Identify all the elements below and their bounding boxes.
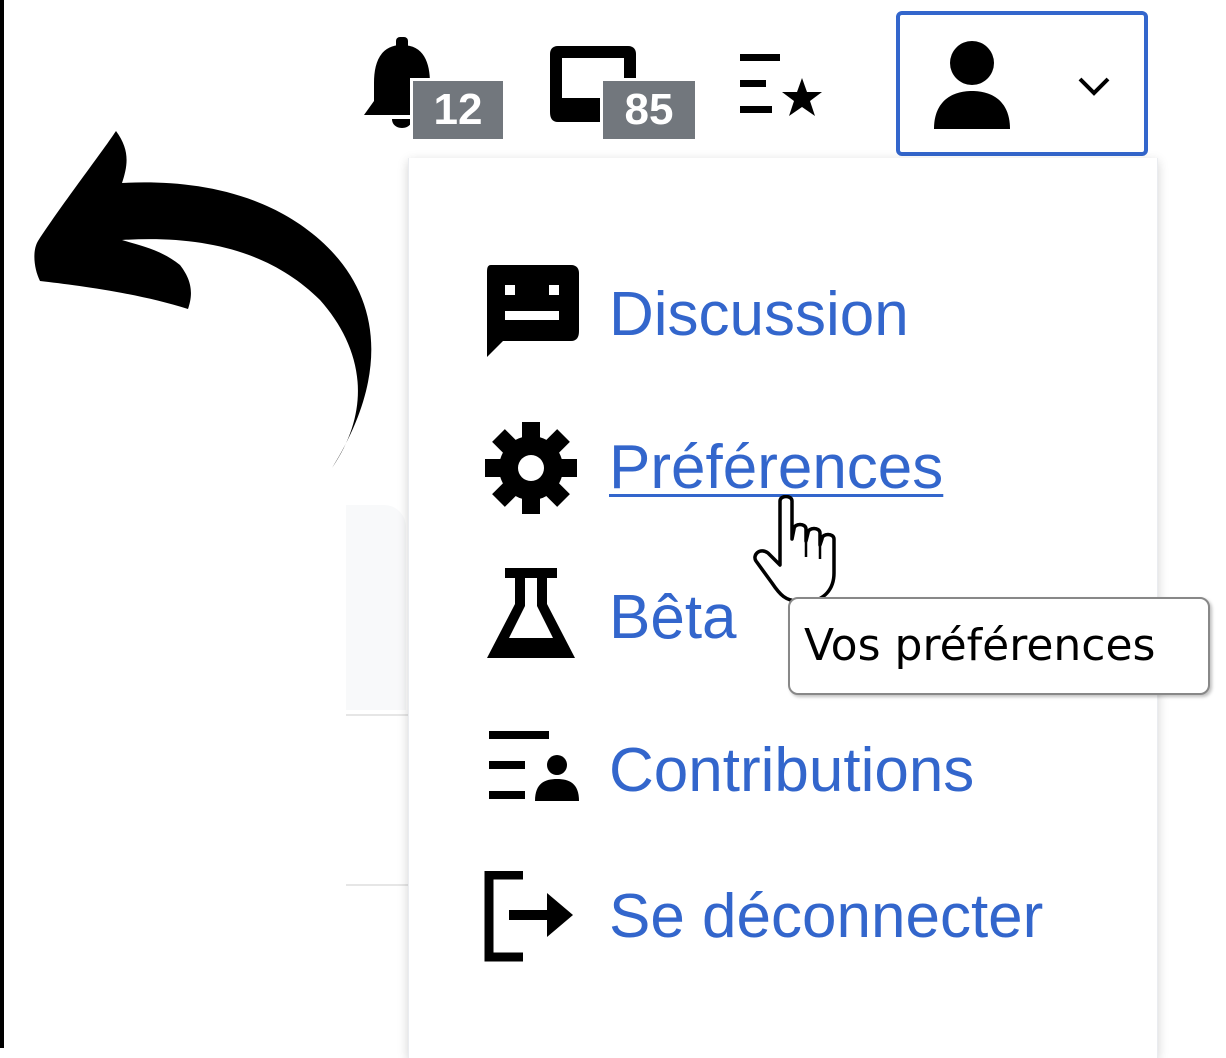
curved-arrow-icon	[34, 131, 372, 468]
user-menu-button[interactable]	[896, 11, 1148, 156]
contributions-icon	[489, 731, 579, 801]
notifications-count-badge: 12	[410, 78, 506, 142]
gear-icon	[485, 422, 577, 514]
flask-icon	[487, 568, 575, 658]
menu-item-discussion[interactable]: Discussion	[483, 265, 1123, 375]
menu-item-label: Se déconnecter	[609, 882, 1044, 951]
user-avatar-icon	[934, 41, 1010, 129]
menu-item-logout[interactable]: Se déconnecter	[483, 871, 1123, 981]
menu-item-label: Discussion	[609, 280, 909, 349]
background-panel	[346, 505, 406, 710]
left-border	[0, 0, 4, 1048]
talk-icon	[487, 265, 579, 357]
preferences-tooltip: Vos préférences	[788, 597, 1210, 695]
watchlist-icon	[740, 54, 822, 116]
menu-item-label: Préférences	[609, 433, 944, 502]
chevron-down-icon	[1078, 77, 1110, 96]
divider	[346, 884, 408, 886]
watchlist-button[interactable]	[740, 50, 830, 125]
menu-item-label: Bêta	[609, 583, 737, 652]
messages-count-badge: 85	[600, 78, 698, 142]
divider	[346, 714, 408, 716]
menu-item-contributions[interactable]: Contributions	[483, 725, 1123, 835]
menu-item-label: Contributions	[609, 736, 975, 805]
hand-cursor-icon	[753, 495, 836, 603]
logout-icon	[484, 871, 573, 962]
